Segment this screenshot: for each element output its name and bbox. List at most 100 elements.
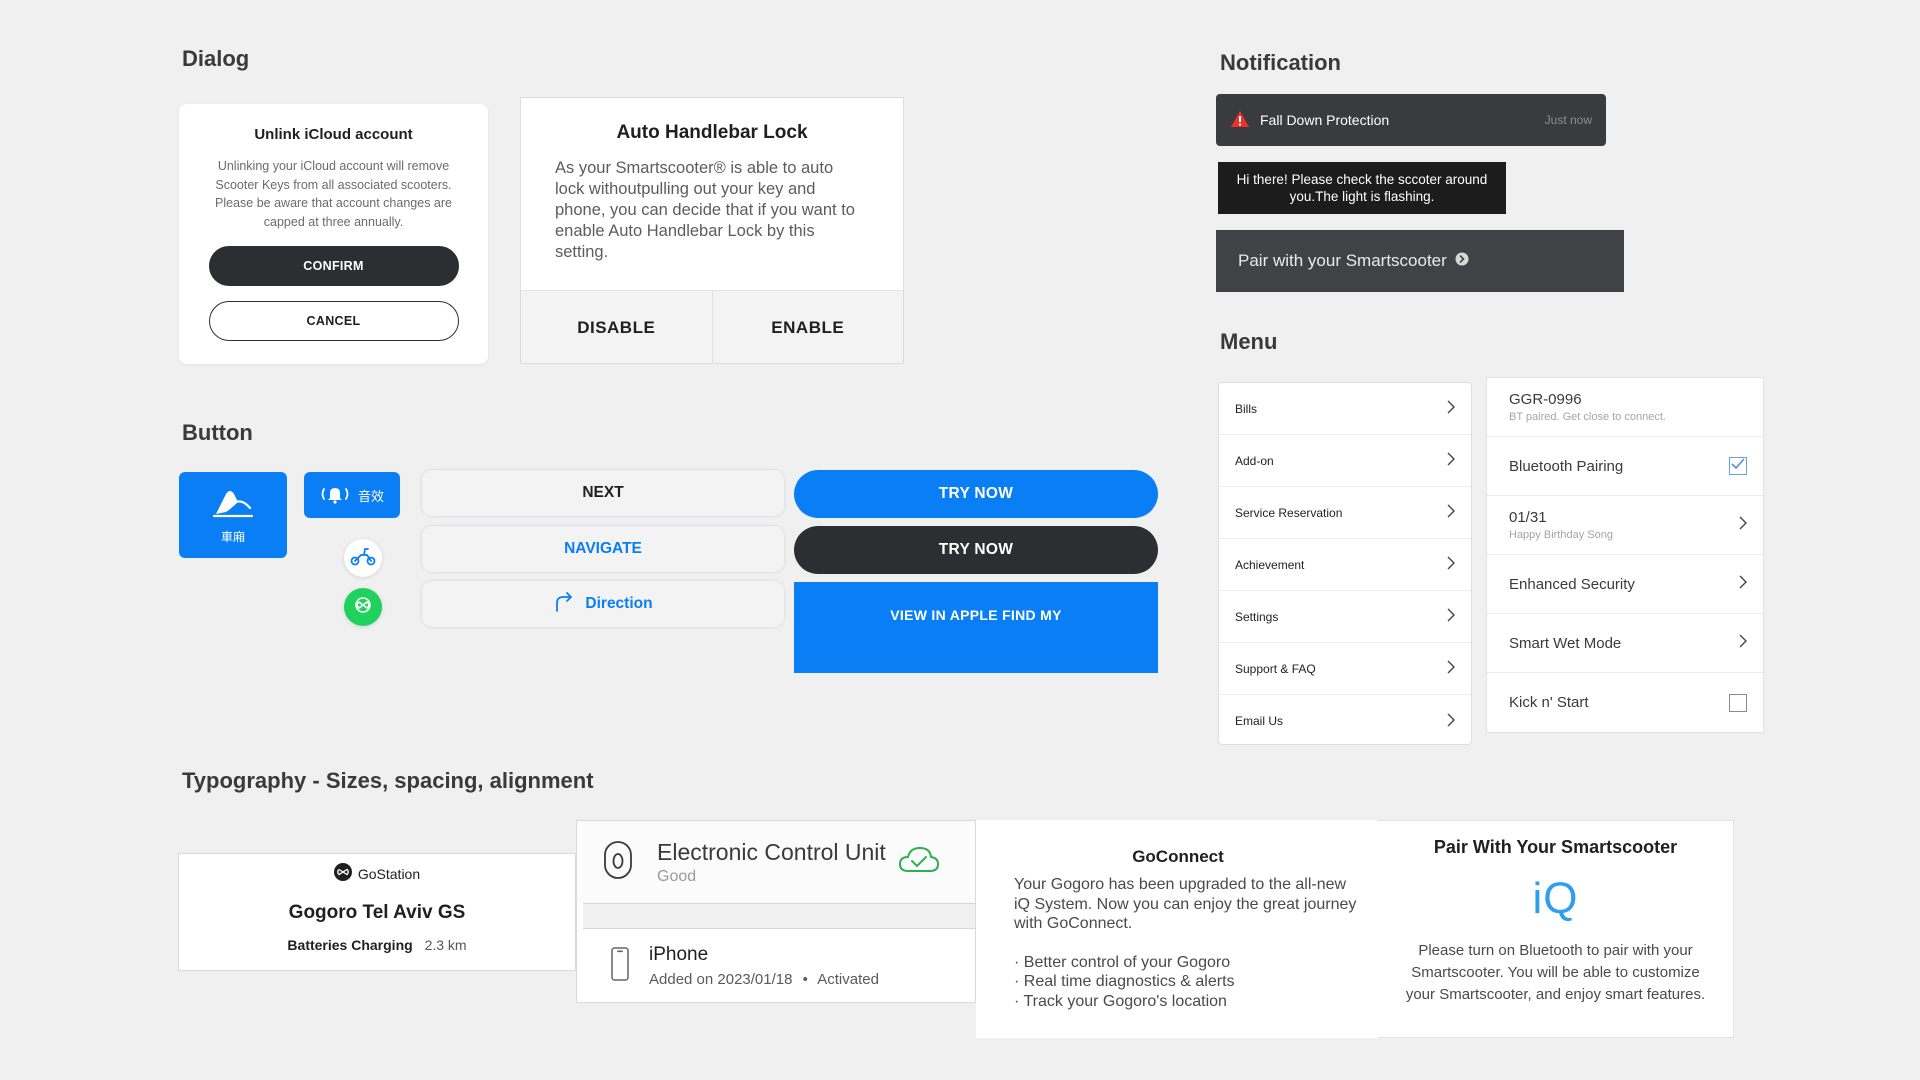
notification-title: Fall Down Protection (1260, 112, 1390, 128)
device-row[interactable]: GGR-0996 BT paired. Get close to connect… (1487, 378, 1763, 437)
menu-item-settings[interactable]: Settings (1219, 591, 1471, 643)
view-in-apple-find-my-button[interactable]: VIEW IN APPLE FIND MY (794, 582, 1158, 673)
gogoro-circle-button[interactable] (344, 588, 382, 626)
enhanced-security-label: Enhanced Security (1509, 575, 1635, 593)
chevron-right-icon (1447, 556, 1455, 573)
checkmark-icon (1731, 457, 1745, 475)
pair-title: Pair With Your Smartscooter (1433, 837, 1678, 857)
next-label: NEXT (582, 484, 624, 501)
menu-item-bills[interactable]: Bills (1219, 383, 1471, 435)
gostation-card[interactable]: GoStation Gogoro Tel Aviv GS Batteries C… (178, 853, 576, 971)
birthday-date: 01/31 (1509, 509, 1547, 526)
notification-time: Just now (1544, 113, 1592, 127)
bluetooth-pairing-checkbox[interactable] (1729, 457, 1747, 475)
menu-item-label: Support & FAQ (1235, 661, 1316, 676)
pair-banner-label: Pair with your Smartscooter (1238, 251, 1447, 270)
try-now-dark-button[interactable]: TRY NOW (794, 526, 1158, 574)
trunk-button[interactable]: 車廂 (179, 472, 287, 558)
next-button[interactable]: NEXT (422, 470, 784, 516)
bluetooth-pairing-row[interactable]: Bluetooth Pairing (1487, 437, 1763, 496)
navigate-button[interactable]: NAVIGATE (422, 526, 784, 572)
dialog-body: Unlinking your iCloud account will remov… (215, 159, 452, 229)
menu-item-service-reservation[interactable]: Service Reservation (1219, 487, 1471, 539)
goconnect-title: GoConnect (1132, 847, 1224, 866)
goconnect-bullet: · Better control of your Gogoro (1014, 953, 1231, 971)
warning-icon (1230, 110, 1250, 131)
direction-label: Direction (585, 595, 653, 612)
birthday-song: Happy Birthday Song (1509, 529, 1613, 541)
pair-smartscooter-card: Pair With Your Smartscooter iQ Please tu… (1378, 820, 1734, 1038)
iphone-row[interactable]: iPhone Added on 2023/01/18 • Activated (577, 929, 975, 1003)
check-scooter-toast: Hi there! Please check the sccoter aroun… (1218, 162, 1506, 214)
smart-wet-mode-label: Smart Wet Mode (1509, 634, 1622, 652)
try-now-blue-button[interactable]: TRY NOW (794, 470, 1158, 518)
phone-added-date: Added on 2023/01/18 (649, 971, 793, 988)
station-name: Gogoro Tel Aviv GS (288, 902, 466, 923)
chevron-right-icon (1447, 504, 1455, 521)
chevron-right-icon (1447, 452, 1455, 469)
dot-separator: • (802, 971, 808, 988)
chevron-right-icon (1447, 400, 1455, 417)
chevron-right-icon (1739, 575, 1747, 594)
scooter-circle-button[interactable] (344, 539, 382, 577)
bluetooth-pairing-label: Bluetooth Pairing (1509, 457, 1624, 475)
ecu-status: Good (657, 867, 697, 885)
navigate-label: NAVIGATE (564, 540, 642, 557)
infinity-icon (350, 596, 376, 618)
auto-handlebar-lock-dialog: Auto Handlebar Lock As your Smartscooter… (520, 97, 904, 364)
chevron-right-icon (1447, 713, 1455, 730)
gostation-logo-icon (333, 863, 352, 884)
unlink-icloud-dialog: Unlink iCloud account Unlinking your iCl… (179, 104, 488, 364)
station-distance: 2.3 km (424, 937, 467, 953)
chevron-right-icon (1739, 634, 1747, 653)
trunk-label: 車廂 (220, 530, 245, 544)
chevron-right-circle-icon (1455, 251, 1469, 271)
pair-smartscooter-banner[interactable]: Pair with your Smartscooter (1216, 230, 1624, 292)
fall-down-notification[interactable]: Fall Down Protection Just now (1216, 94, 1606, 146)
menu-item-achievement[interactable]: Achievement (1219, 539, 1471, 591)
direction-button[interactable]: Direction (422, 581, 784, 627)
sound-effect-button[interactable]: 音效 (304, 472, 400, 518)
menu-item-label: Bills (1235, 401, 1258, 416)
dialog-body: As your Smartscooter® is able to auto lo… (555, 159, 855, 261)
station-status: Batteries Charging (287, 937, 413, 953)
scooter-settings-menu: GGR-0996 BT paired. Get close to connect… (1486, 377, 1764, 733)
section-title-typography: Typography - Sizes, spacing, alignment (182, 768, 594, 793)
phone-name: iPhone (649, 944, 709, 965)
phone-icon (611, 946, 629, 986)
cloud-check-icon (898, 845, 940, 880)
menu-item-add-on[interactable]: Add-on (1219, 435, 1471, 487)
disable-button[interactable]: DISABLE (521, 291, 713, 363)
goconnect-body: Your Gogoro has been upgraded to the all… (1014, 876, 1357, 932)
kick-start-label: Kick n' Start (1509, 694, 1589, 711)
birthday-song-row[interactable]: 01/31 Happy Birthday Song (1487, 496, 1763, 555)
sound-label: 音效 (357, 488, 384, 504)
confirm-button[interactable]: CONFIRM (208, 246, 459, 286)
section-title-button: Button (182, 420, 253, 445)
menu-item-label: Email Us (1235, 714, 1284, 728)
kick-start-row[interactable]: Kick n' Start (1487, 673, 1763, 732)
menu-item-label: Settings (1235, 609, 1279, 624)
row-divider (583, 903, 975, 929)
iq-logo: iQ (1532, 874, 1579, 923)
scooter-icon (350, 546, 376, 571)
cancel-button[interactable]: CANCEL (208, 301, 459, 341)
enable-button[interactable]: ENABLE (713, 291, 904, 363)
menu-item-email-us[interactable]: Email Us (1219, 695, 1471, 747)
goconnect-card: GoConnect Your Gogoro has been upgraded … (976, 820, 1380, 1038)
ecu-row[interactable]: Electronic Control Unit Good (577, 821, 975, 903)
dialog-title: Unlink iCloud account (254, 126, 413, 143)
menu-item-label: Achievement (1235, 557, 1305, 572)
dialog-title: Auto Handlebar Lock (616, 122, 808, 143)
menu-item-label: Add-on (1235, 453, 1274, 468)
chevron-right-icon (1447, 608, 1455, 625)
ecu-icon (603, 840, 633, 885)
menu-item-support-faq[interactable]: Support & FAQ (1219, 643, 1471, 695)
gostation-brand: GoStation (357, 865, 421, 882)
menu-item-label: Service Reservation (1235, 505, 1343, 520)
enhanced-security-row[interactable]: Enhanced Security (1487, 555, 1763, 614)
section-title-dialog: Dialog (182, 46, 250, 71)
kick-start-checkbox[interactable] (1729, 693, 1747, 712)
pair-body: Please turn on Bluetooth to pair with yo… (1405, 942, 1706, 1003)
smart-wet-mode-row[interactable]: Smart Wet Mode (1487, 614, 1763, 673)
